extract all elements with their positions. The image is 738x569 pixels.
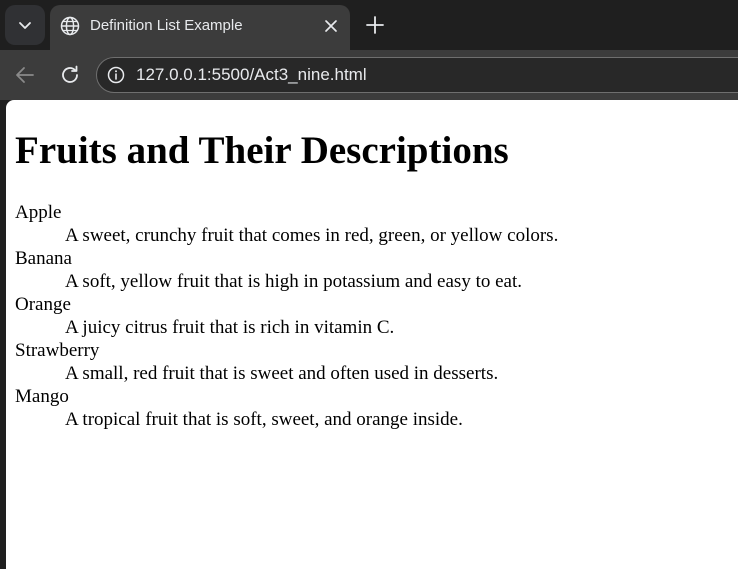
chevron-down-icon [19, 22, 31, 29]
back-button[interactable] [12, 62, 38, 88]
back-arrow-icon [16, 67, 34, 83]
term-orange: Orange [15, 294, 71, 315]
address-bar[interactable]: 127.0.0.1:5500/Act3_nine.html [96, 57, 738, 93]
description-strawberry: A small, red fruit that is sweet and oft… [65, 363, 499, 384]
description-apple: A sweet, crunchy fruit that comes in red… [65, 225, 559, 246]
page-viewport: Fruits and Their Descriptions Apple A sw… [6, 100, 738, 569]
definition-list: Apple A sweet, crunchy fruit that comes … [15, 201, 558, 431]
description-orange: A juicy citrus fruit that is rich in vit… [65, 317, 395, 338]
description-banana: A soft, yellow fruit that is high in pot… [65, 271, 522, 292]
close-icon [325, 20, 337, 32]
page-title: Fruits and Their Descriptions [15, 129, 509, 172]
term-apple: Apple [15, 202, 62, 223]
browser-window: Definition List Example 127.0.0.1:5500/A… [0, 0, 738, 569]
new-tab-button[interactable] [362, 12, 388, 38]
tab-active[interactable]: Definition List Example [50, 5, 350, 50]
tab-title: Definition List Example [90, 17, 243, 34]
globe-icon [60, 16, 80, 36]
reload-button[interactable] [57, 62, 83, 88]
toolbar: 127.0.0.1:5500/Act3_nine.html [0, 50, 738, 100]
description-mango: A tropical fruit that is soft, sweet, an… [65, 409, 463, 430]
info-icon[interactable] [107, 66, 125, 84]
url-text[interactable]: 127.0.0.1:5500/Act3_nine.html [136, 65, 367, 85]
term-banana: Banana [15, 248, 72, 269]
reload-icon [62, 65, 78, 83]
plus-icon [366, 16, 384, 34]
tab-close-button[interactable] [320, 15, 342, 37]
tab-search-button[interactable] [5, 5, 45, 45]
term-mango: Mango [15, 386, 69, 407]
tab-strip: Definition List Example [0, 0, 738, 50]
term-strawberry: Strawberry [15, 340, 100, 361]
